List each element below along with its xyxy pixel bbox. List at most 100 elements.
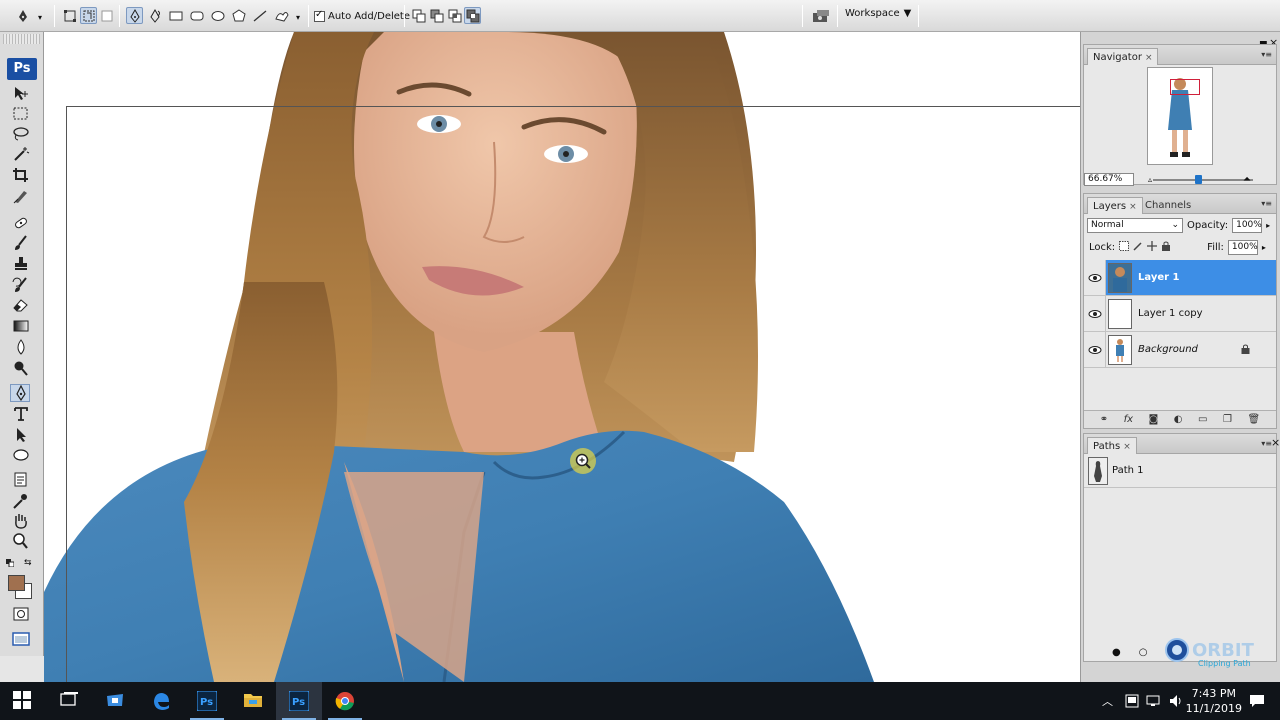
auto-add-delete-toggle[interactable]: Auto Add/Delete [314, 9, 410, 23]
zoom-slider-knob[interactable] [1195, 175, 1202, 184]
intersect-path-icon[interactable] [446, 7, 463, 24]
magic-wand-tool[interactable] [10, 145, 30, 163]
quick-mask-icon[interactable] [10, 605, 30, 623]
rounded-rectangle-icon[interactable] [188, 7, 205, 24]
photoshop-active-taskbar-icon[interactable]: Ps [276, 682, 322, 720]
tab-paths[interactable]: Paths × [1087, 437, 1137, 454]
polygon-shape-icon[interactable] [230, 7, 247, 24]
zoom-out-icon[interactable]: ▵ [1148, 175, 1152, 184]
add-to-path-icon[interactable] [410, 7, 427, 24]
taskbar-clock[interactable]: 7:43 PM 11/1/2019 [1186, 686, 1242, 716]
layer-row-layer-1-copy[interactable]: Layer 1 copy [1084, 296, 1276, 332]
hand-tool[interactable] [10, 512, 30, 530]
blend-mode-select[interactable]: Normal ⌄ [1087, 218, 1183, 233]
healing-brush-tool[interactable] [10, 214, 30, 232]
zoom-field[interactable]: 66.67% [1084, 173, 1134, 186]
zoom-slider[interactable] [1153, 175, 1253, 184]
lasso-tool[interactable] [10, 125, 30, 143]
bridge-icon[interactable] [810, 7, 832, 24]
zoom-in-icon[interactable]: ⏶ [1243, 174, 1251, 185]
paths-mode-icon[interactable] [80, 7, 97, 24]
fill-field[interactable]: 100% [1227, 240, 1258, 255]
fill-path-icon[interactable]: ● [1112, 647, 1121, 658]
tab-layers[interactable]: Layers × [1087, 197, 1143, 214]
eye-icon[interactable] [1088, 343, 1102, 357]
slice-tool[interactable] [10, 187, 30, 205]
new-group-icon[interactable]: ▭ [1198, 414, 1207, 425]
rectangle-shape-icon[interactable] [167, 7, 184, 24]
panel-menu-icon[interactable]: ▾≡ [1261, 50, 1272, 59]
marquee-tool[interactable] [10, 105, 30, 123]
custom-shape-icon[interactable] [272, 7, 289, 24]
tab-channels[interactable]: Channels [1140, 197, 1196, 214]
eye-icon[interactable] [1088, 307, 1102, 321]
network-icon[interactable] [1146, 693, 1162, 712]
fill-pixels-icon[interactable] [98, 7, 115, 24]
chrome-icon[interactable] [322, 682, 368, 720]
start-button[interactable] [0, 682, 46, 720]
pen-tool-preset-icon[interactable] [14, 7, 31, 24]
task-view-icon[interactable] [46, 682, 92, 720]
close-icon[interactable]: × [1145, 53, 1153, 63]
volume-icon[interactable] [1168, 693, 1184, 712]
freeform-pen-icon[interactable] [146, 7, 163, 24]
brush-tool[interactable] [10, 234, 30, 252]
dodge-tool[interactable] [10, 359, 30, 377]
toolbox-grip[interactable] [3, 34, 40, 44]
navigator-thumbnail[interactable] [1147, 67, 1213, 165]
ellipse-tool[interactable] [10, 446, 30, 464]
trash-icon[interactable]: 🗑 [1247, 414, 1260, 425]
default-colors-icon[interactable] [6, 559, 15, 568]
foreground-color-swatch[interactable] [8, 575, 25, 591]
notes-tool[interactable] [10, 471, 30, 489]
tablet-icon[interactable] [1124, 693, 1140, 712]
fill-arrow-icon[interactable]: ▸ [1262, 243, 1266, 252]
file-explorer-icon[interactable] [230, 682, 276, 720]
subtract-from-path-icon[interactable] [428, 7, 445, 24]
workspace-menu[interactable]: Workspace ▼ [845, 8, 911, 19]
move-tool[interactable] [10, 84, 30, 102]
navigator-view-box[interactable] [1170, 79, 1200, 95]
chevron-up-icon[interactable]: ︿ [1102, 693, 1113, 709]
ellipse-shape-icon[interactable] [209, 7, 226, 24]
fx-icon[interactable]: fx [1124, 414, 1133, 425]
layer-row-background[interactable]: Background [1084, 332, 1276, 368]
opacity-arrow-icon[interactable]: ▸ [1266, 221, 1270, 230]
eraser-tool[interactable] [10, 296, 30, 314]
stroke-path-icon[interactable]: ○ [1139, 647, 1148, 658]
gradient-tool[interactable] [10, 317, 30, 335]
path-row-path-1[interactable]: Path 1 [1084, 454, 1276, 488]
photoshop-taskbar-icon[interactable]: Ps [184, 682, 230, 720]
notifications-icon[interactable] [1249, 693, 1265, 712]
add-mask-icon[interactable]: ◙ [1149, 414, 1159, 425]
blur-tool[interactable] [10, 338, 30, 356]
auto-add-delete-checkbox[interactable] [314, 9, 325, 22]
swap-colors-icon[interactable]: ⇆ [24, 558, 32, 568]
store-icon[interactable] [92, 682, 138, 720]
panel-close-icon[interactable]: × [1271, 436, 1280, 449]
adjustment-layer-icon[interactable]: ◐ [1174, 414, 1183, 425]
edge-icon[interactable] [138, 682, 184, 720]
pen-icon[interactable] [126, 7, 143, 24]
lock-transparency-icon[interactable] [1119, 241, 1130, 254]
crop-tool[interactable] [10, 166, 30, 184]
ps-logo[interactable]: Ps [7, 58, 37, 80]
eyedropper-tool[interactable] [10, 492, 30, 510]
zoom-tool[interactable] [10, 532, 30, 550]
lock-position-icon[interactable] [1147, 241, 1158, 254]
chevron-down-icon[interactable]: ▾ [38, 13, 42, 22]
opacity-field[interactable]: 100% [1232, 218, 1263, 233]
close-icon[interactable]: × [1123, 442, 1131, 452]
path-selection-tool[interactable] [10, 426, 30, 444]
link-layers-icon[interactable]: ⚭ [1100, 414, 1108, 425]
lock-all-icon[interactable] [1161, 241, 1171, 254]
layer-row-layer-1[interactable]: Layer 1 [1084, 260, 1276, 296]
clone-stamp-tool[interactable] [10, 255, 30, 273]
panel-menu-icon[interactable]: ▾≡ [1261, 199, 1272, 208]
type-tool[interactable] [10, 405, 30, 423]
close-icon[interactable]: × [1129, 202, 1137, 212]
line-shape-icon[interactable] [251, 7, 268, 24]
pen-tool[interactable] [10, 384, 30, 402]
chevron-down-icon[interactable]: ▾ [296, 13, 300, 22]
document-canvas[interactable] [44, 32, 1080, 682]
